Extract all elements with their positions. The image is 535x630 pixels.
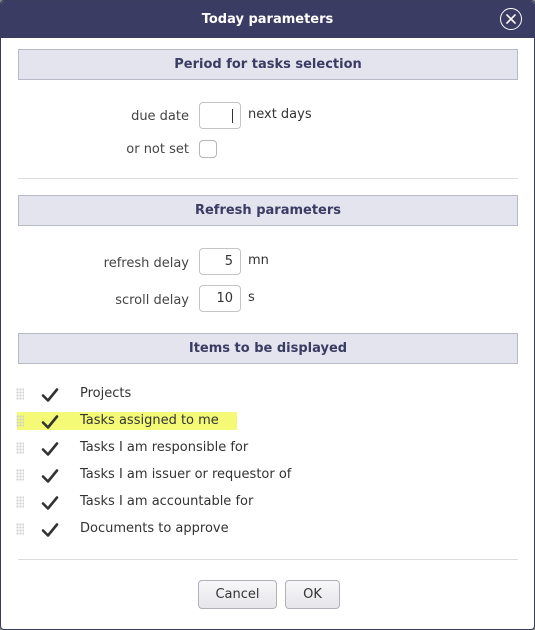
scroll-delay-unit: s [248,290,255,305]
scroll-delay-input[interactable]: 10 [199,285,241,312]
refresh-delay-input[interactable]: 5 [199,248,241,275]
due-date-unit: next days [248,107,312,122]
close-button[interactable] [500,8,522,30]
drag-handle-icon[interactable] [16,388,24,400]
item-label: Tasks I am responsible for [80,440,249,455]
item-label: Tasks I am accountable for [80,494,254,509]
divider [18,559,518,560]
close-icon [506,14,516,24]
cancel-button[interactable]: Cancel [198,580,277,609]
due-date-input[interactable] [199,102,241,129]
drag-handle-icon[interactable] [16,496,24,508]
item-label: Tasks assigned to me [80,413,219,428]
list-item: Tasks assigned to me [1,410,534,434]
checkmark-icon[interactable] [40,412,60,432]
list-item: Documents to approve [1,518,534,542]
dialog-titlebar: Today parameters [1,1,534,38]
scroll-delay-label: scroll delay [115,293,189,308]
scroll-delay-value: 10 [216,291,233,306]
period-section-header: Period for tasks selection [18,49,518,80]
not-set-label: or not set [126,142,189,157]
refresh-delay-value: 5 [224,254,233,269]
list-item: Tasks I am issuer or requestor of [1,464,534,488]
checkmark-icon[interactable] [40,520,60,540]
list-item: Tasks I am responsible for [1,437,534,461]
list-item: Projects [1,383,534,407]
due-date-label: due date [131,109,189,124]
checkmark-icon[interactable] [40,466,60,486]
refresh-delay-label: refresh delay [103,256,189,271]
refresh-delay-unit: mn [248,253,269,268]
item-label: Documents to approve [80,521,229,536]
checkmark-icon[interactable] [40,493,60,513]
text-caret [232,108,233,123]
ok-button[interactable]: OK [285,580,340,609]
checkmark-icon[interactable] [40,439,60,459]
items-section-header: Items to be displayed [18,333,518,364]
item-label: Projects [80,386,132,401]
checkmark-icon[interactable] [40,385,60,405]
divider [18,178,518,179]
drag-handle-icon[interactable] [16,442,24,454]
refresh-section-header: Refresh parameters [18,195,518,226]
list-item: Tasks I am accountable for [1,491,534,515]
dialog-title: Today parameters [201,12,334,27]
drag-handle-icon[interactable] [16,523,24,535]
item-label: Tasks I am issuer or requestor of [80,467,292,482]
drag-handle-icon[interactable] [16,415,24,427]
drag-handle-icon[interactable] [16,469,24,481]
today-parameters-dialog: Today parameters Period for tasks select… [0,0,535,630]
not-set-checkbox[interactable] [199,140,217,158]
